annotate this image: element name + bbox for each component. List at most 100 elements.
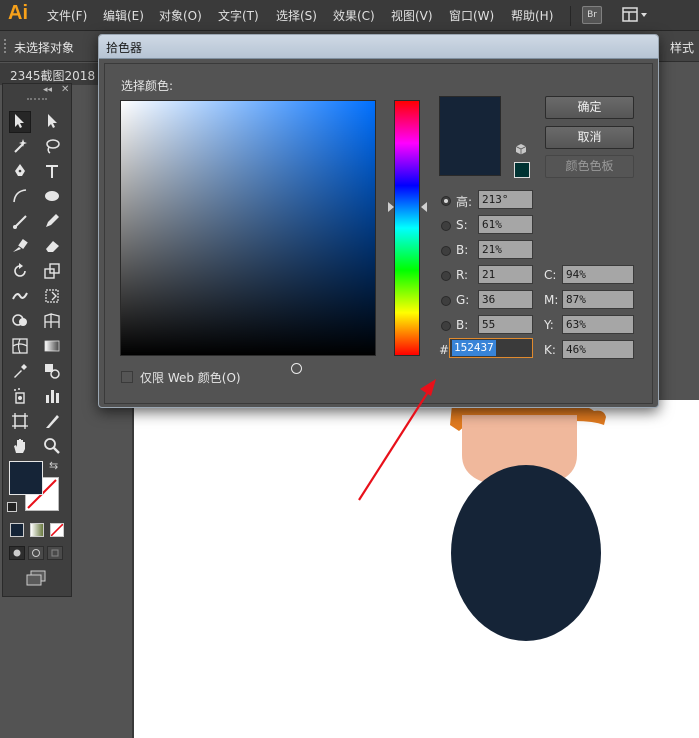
- menu-file[interactable]: 文件(F): [47, 7, 87, 24]
- hue-label: 高:: [456, 195, 473, 209]
- brightness-label: B:: [456, 243, 469, 257]
- swap-fill-stroke-icon[interactable]: ⇆: [49, 459, 58, 472]
- bridge-button[interactable]: Br: [582, 6, 602, 24]
- default-colors-icon[interactable]: [7, 502, 17, 512]
- shape-builder-tool[interactable]: [9, 311, 31, 333]
- hue-slider-left-arrow-icon[interactable]: [388, 202, 394, 212]
- blue-radio[interactable]: [441, 321, 451, 331]
- black-field[interactable]: 46%: [562, 340, 634, 359]
- brightness-field[interactable]: 21%: [478, 240, 533, 259]
- document-tab-label: 2345截图2018: [10, 69, 96, 83]
- collapse-icon[interactable]: ◂◂: [43, 85, 52, 95]
- draw-inside-icon[interactable]: [47, 546, 63, 560]
- style-label[interactable]: 样式: [670, 39, 694, 56]
- ellipse-tool-icon: [43, 187, 61, 208]
- direct-selection-tool[interactable]: [41, 111, 63, 133]
- gradient-tool[interactable]: [41, 336, 63, 358]
- menu-effect[interactable]: 效果(C): [333, 7, 375, 24]
- lasso-icon: [43, 137, 61, 158]
- document-tab[interactable]: 2345截图2018: [0, 63, 100, 85]
- draw-normal-icon[interactable]: [9, 546, 25, 560]
- paintbrush-tool[interactable]: [9, 211, 31, 233]
- selection-tool-icon: [11, 112, 29, 133]
- color-cursor[interactable]: [291, 363, 302, 374]
- hue-radio[interactable]: [441, 196, 451, 206]
- ellipse-tool[interactable]: [41, 186, 63, 208]
- close-icon[interactable]: ✕: [61, 84, 69, 95]
- cyan-label: C:: [544, 268, 557, 282]
- menu-edit[interactable]: 编辑(E): [103, 7, 144, 24]
- cancel-button[interactable]: 取消: [545, 126, 634, 149]
- workspace-switcher-icon[interactable]: [622, 7, 650, 23]
- web-colors-only-checkbox[interactable]: [121, 371, 133, 383]
- column-graph-tool[interactable]: [41, 386, 63, 408]
- selection-tool[interactable]: [9, 111, 31, 133]
- none-mode-button[interactable]: [50, 523, 64, 537]
- eraser-tool[interactable]: [41, 236, 63, 258]
- menu-window[interactable]: 窗口(W): [449, 7, 494, 24]
- menu-object[interactable]: 对象(O): [159, 7, 202, 24]
- shape-builder-icon: [11, 312, 29, 333]
- fill-swatch[interactable]: [9, 461, 43, 495]
- saturation-radio[interactable]: [441, 221, 451, 231]
- web-safe-color-swatch[interactable]: [514, 162, 530, 178]
- type-tool-icon: [43, 162, 61, 183]
- hand-tool[interactable]: [9, 436, 31, 458]
- yellow-field[interactable]: 63%: [562, 315, 634, 334]
- magenta-field[interactable]: 87%: [562, 290, 634, 309]
- green-field[interactable]: 36: [478, 290, 533, 309]
- hue-slider-right-arrow-icon[interactable]: [421, 202, 427, 212]
- web-colors-only-label[interactable]: 仅限 Web 颜色(O): [140, 369, 241, 386]
- blue-label: B:: [456, 318, 469, 332]
- dialog-titlebar[interactable]: 拾色器: [99, 35, 658, 59]
- menu-select[interactable]: 选择(S): [276, 7, 317, 24]
- magenta-label: M:: [544, 293, 559, 307]
- saturation-field[interactable]: 61%: [478, 215, 533, 234]
- pen-tool[interactable]: [9, 161, 31, 183]
- ok-button[interactable]: 确定: [545, 96, 634, 119]
- hex-field[interactable]: 152437: [449, 338, 533, 358]
- character-illustration[interactable]: [134, 395, 699, 738]
- perspective-grid-icon: [43, 312, 61, 333]
- draw-behind-icon[interactable]: [28, 546, 44, 560]
- pencil-tool[interactable]: [41, 211, 63, 233]
- red-field[interactable]: 21: [478, 265, 533, 284]
- menu-help[interactable]: 帮助(H): [511, 7, 553, 24]
- scale-tool[interactable]: [41, 261, 63, 283]
- hue-slider[interactable]: [394, 100, 420, 356]
- type-tool[interactable]: [41, 161, 63, 183]
- eyedropper-tool[interactable]: [9, 361, 31, 383]
- menu-type[interactable]: 文字(T): [218, 7, 259, 24]
- color-mode-button[interactable]: [10, 523, 24, 537]
- warp-tool[interactable]: [9, 286, 31, 308]
- hex-value: 152437: [452, 340, 496, 356]
- lasso-tool[interactable]: [41, 136, 63, 158]
- symbol-sprayer-tool[interactable]: [9, 386, 31, 408]
- brightness-radio[interactable]: [441, 246, 451, 256]
- gradient-mode-button[interactable]: [30, 523, 44, 537]
- blue-field[interactable]: 55: [478, 315, 533, 334]
- screen-mode-icon[interactable]: [25, 570, 47, 586]
- slice-icon: [43, 412, 61, 433]
- free-transform-tool[interactable]: [41, 286, 63, 308]
- color-swatches-button[interactable]: 颜色色板: [545, 155, 634, 178]
- artboard-tool[interactable]: [9, 411, 31, 433]
- rotate-tool[interactable]: [9, 261, 31, 283]
- menu-view[interactable]: 视图(V): [391, 7, 433, 24]
- saturation-brightness-field[interactable]: [120, 100, 376, 374]
- dialog-title: 拾色器: [106, 41, 143, 55]
- slice-tool[interactable]: [41, 411, 63, 433]
- line-tool[interactable]: [9, 186, 31, 208]
- zoom-tool[interactable]: [41, 436, 63, 458]
- hue-field[interactable]: 213°: [478, 190, 533, 209]
- perspective-grid-tool[interactable]: [41, 311, 63, 333]
- blend-tool[interactable]: [41, 361, 63, 383]
- magic-wand-tool[interactable]: [9, 136, 31, 158]
- red-radio[interactable]: [441, 271, 451, 281]
- blob-brush-tool[interactable]: [9, 236, 31, 258]
- direct-selection-tool-icon: [43, 112, 61, 133]
- mesh-tool[interactable]: [9, 336, 31, 358]
- cyan-field[interactable]: 94%: [562, 265, 634, 284]
- out-of-web-gamut-icon[interactable]: [515, 143, 527, 155]
- green-radio[interactable]: [441, 296, 451, 306]
